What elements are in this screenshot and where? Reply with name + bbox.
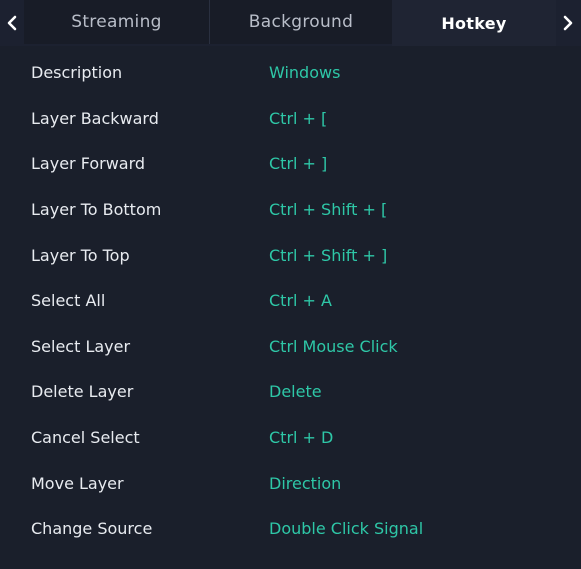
chevron-left-icon: [7, 15, 17, 31]
hotkey-label: Delete Layer: [31, 382, 134, 402]
hotkey-row-description: Description Windows: [0, 50, 581, 96]
tab-background[interactable]: Background: [210, 0, 392, 44]
hotkey-value: Ctrl + A: [269, 291, 332, 311]
hotkey-value: Double Click Signal: [269, 519, 424, 539]
hotkey-row-change-source: Change Source Double Click Signal: [0, 506, 581, 552]
hotkey-label: Layer To Bottom: [31, 200, 162, 220]
hotkey-row-select-layer: Select Layer Ctrl Mouse Click: [0, 324, 581, 370]
hotkey-label: Layer Forward: [31, 154, 146, 174]
hotkey-row-cancel-select: Cancel Select Ctrl + D: [0, 415, 581, 461]
hotkey-value: Ctrl + Shift + [: [269, 200, 388, 220]
hotkey-value: Direction: [269, 473, 342, 493]
hotkey-row-layer-to-top: Layer To Top Ctrl + Shift + ]: [0, 232, 581, 278]
hotkey-value: Ctrl + D: [269, 428, 334, 448]
hotkey-label: Change Source: [31, 519, 153, 539]
hotkey-row-delete-layer: Delete Layer Delete: [0, 369, 581, 415]
hotkey-value: Ctrl + [: [269, 108, 328, 128]
hotkey-value: Delete: [269, 382, 322, 402]
tab-bar: Streaming Background Hotkey: [0, 0, 581, 46]
tab-scroll-right-button[interactable]: [556, 0, 580, 46]
hotkey-value: Windows: [269, 63, 341, 83]
hotkey-panel: Streaming Background Hotkey Description …: [0, 0, 581, 569]
hotkey-label: Move Layer: [31, 473, 124, 493]
hotkey-row-move-layer: Move Layer Direction: [0, 460, 581, 506]
tab-streaming[interactable]: Streaming: [24, 0, 210, 44]
hotkey-list: Description Windows Layer Backward Ctrl …: [0, 50, 581, 552]
hotkey-label: Select Layer: [31, 336, 131, 356]
tab-hotkey[interactable]: Hotkey: [392, 0, 556, 46]
tab-scroll-left-button[interactable]: [0, 0, 24, 46]
hotkey-value: Ctrl + Shift + ]: [269, 245, 388, 265]
hotkey-row-layer-to-bottom: Layer To Bottom Ctrl + Shift + [: [0, 187, 581, 233]
hotkey-label: Layer To Top: [31, 245, 130, 265]
hotkey-value: Ctrl Mouse Click: [269, 336, 398, 356]
hotkey-label: Description: [31, 63, 123, 83]
hotkey-label: Select All: [31, 291, 106, 311]
chevron-right-icon: [563, 15, 573, 31]
hotkey-value: Ctrl + ]: [269, 154, 328, 174]
hotkey-label: Layer Backward: [31, 108, 159, 128]
hotkey-row-layer-forward: Layer Forward Ctrl + ]: [0, 141, 581, 187]
hotkey-row-layer-backward: Layer Backward Ctrl + [: [0, 96, 581, 142]
hotkey-row-select-all: Select All Ctrl + A: [0, 278, 581, 324]
hotkey-label: Cancel Select: [31, 428, 140, 448]
